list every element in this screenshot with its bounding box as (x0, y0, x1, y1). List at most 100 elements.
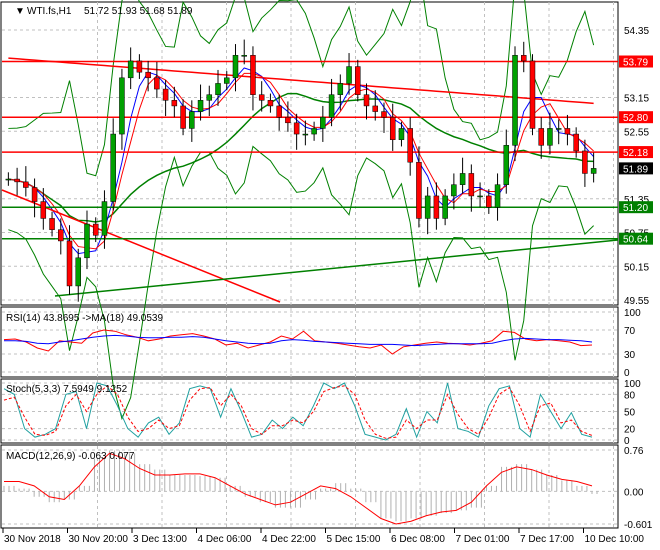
candle (127, 60, 134, 79)
candle (84, 223, 90, 259)
candle (58, 229, 64, 242)
candle (250, 55, 256, 95)
candle (162, 88, 169, 101)
y-axis-label: 100 (624, 308, 641, 319)
candle (355, 66, 361, 95)
level-label: 51.20 (623, 203, 648, 214)
candle (381, 111, 387, 118)
x-axis-label: 3 Dec 13:00 (133, 534, 187, 545)
candle (547, 128, 553, 146)
x-axis-label: 30 Nov 20:00 (69, 534, 129, 545)
candle (232, 55, 239, 79)
candle (346, 66, 352, 84)
symbol-label: WTI.fs,H1 (27, 6, 72, 17)
candle (101, 201, 108, 236)
candle (302, 133, 309, 136)
candle (31, 187, 38, 202)
candle (224, 77, 230, 84)
chart-svg[interactable]: 30 Nov 2018 30 Nov 20:00 3 Dec 13:00 4 Dec … (0, 0, 660, 550)
level-label: 53.79 (623, 58, 648, 69)
candle (416, 161, 422, 219)
ohlc-readout: 51.72 51.93 51.68 51.89 (84, 6, 193, 17)
candle (215, 83, 221, 95)
y-axis-label: -0.601 (624, 520, 653, 531)
candle (433, 195, 440, 219)
candle (14, 178, 20, 183)
candle (267, 100, 274, 107)
candle (538, 128, 544, 146)
candle (241, 55, 247, 57)
candle (389, 116, 396, 140)
candle (468, 173, 475, 197)
trendline-up (54, 239, 619, 297)
y-axis-label: 0.76 (624, 446, 644, 457)
series-ma (4, 334, 593, 347)
candle (145, 71, 151, 79)
ma-200 (8, 57, 594, 105)
y-axis-label: 0.00 (624, 487, 644, 498)
candle (363, 94, 370, 107)
y-axis-label: 49.55 (624, 296, 649, 307)
candle (293, 122, 300, 135)
macd-title: MACD(12,26,9) -0.063 0.077 (6, 451, 135, 462)
candle (337, 83, 344, 95)
level-label: 52.18 (623, 148, 648, 159)
candle (529, 60, 536, 129)
stoch-title: Stoch(5,3,3) 7.5949 9.1252 (6, 384, 128, 395)
panel-frame (0, 1, 619, 306)
candle (372, 105, 378, 112)
candle (486, 195, 492, 208)
candle (590, 168, 597, 174)
current-price-label: 51.89 (623, 164, 648, 175)
x-axis-label: 30 Nov 2018 (4, 534, 61, 545)
candle (555, 128, 562, 130)
candle (49, 218, 55, 230)
candle (398, 128, 405, 140)
candle (180, 105, 186, 129)
candle (564, 128, 571, 135)
candle (136, 60, 143, 73)
candle (320, 116, 326, 129)
y-axis-label: 53.15 (624, 94, 649, 105)
y-axis-label: 70 (624, 326, 636, 337)
candle (92, 223, 99, 236)
candle (459, 173, 466, 185)
x-axis-label: 4 Dec 06:00 (198, 534, 252, 545)
symbol-dropdown-icon[interactable]: ▼ (15, 6, 25, 17)
candle (582, 150, 588, 174)
y-axis-label: 52.55 (624, 127, 649, 138)
candle (328, 94, 335, 118)
candle (171, 100, 178, 107)
candle (442, 195, 448, 219)
candle (110, 133, 116, 202)
candle (154, 77, 160, 90)
candle (512, 55, 518, 146)
series-rsi (3, 329, 593, 355)
candle (424, 195, 431, 219)
y-axis-label: 80 (624, 390, 636, 401)
candle (40, 201, 47, 219)
y-axis-label: 50.15 (624, 262, 649, 273)
y-axis-label: 50 (624, 408, 636, 419)
candle (285, 116, 291, 124)
candle (503, 145, 510, 185)
x-axis-label: 5 Dec 15:00 (327, 534, 381, 545)
series-signal (4, 452, 593, 525)
trading-chart[interactable]: 30 Nov 2018 30 Nov 20:00 3 Dec 13:00 4 Dec … (0, 0, 660, 550)
level-label: 52.80 (623, 113, 648, 124)
candle (66, 240, 73, 287)
rsi-title: RSI(14) 43.8695 ->MA(18) 49.0539 (6, 313, 163, 324)
x-axis-label: 7 Dec 01:00 (456, 534, 510, 545)
candle (521, 55, 527, 62)
y-axis-label: 20 (624, 425, 636, 436)
x-axis-label: 7 Dec 17:00 (520, 534, 574, 545)
candle (494, 184, 501, 208)
candle (23, 181, 29, 188)
candle (573, 133, 579, 152)
candle (451, 184, 457, 197)
candle (477, 195, 483, 198)
candle (75, 257, 81, 287)
candle (407, 128, 413, 163)
candle (119, 77, 125, 135)
candle (197, 100, 204, 112)
